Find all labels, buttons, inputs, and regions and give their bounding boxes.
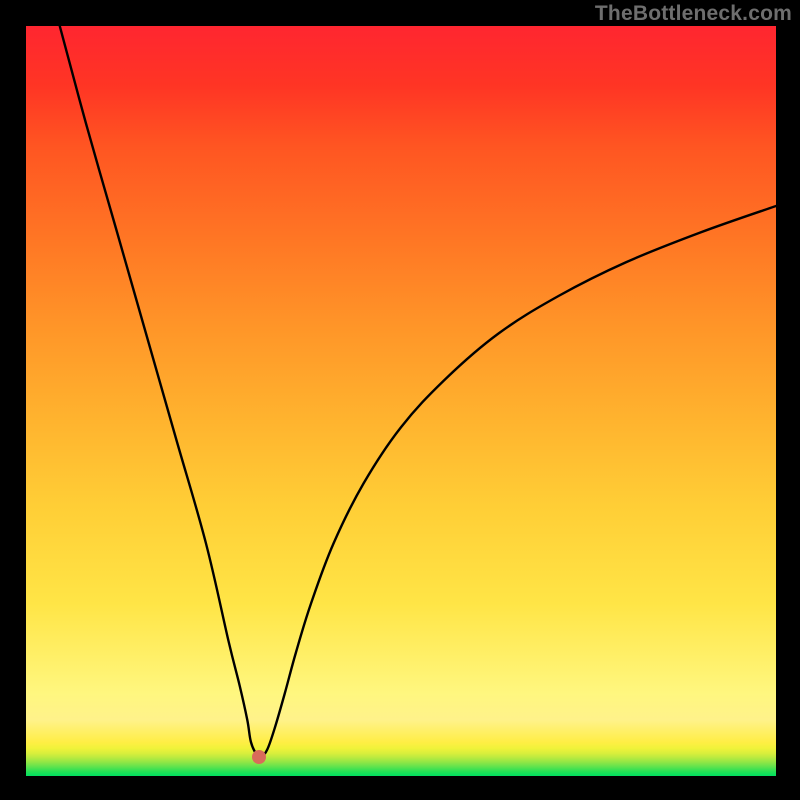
frame-right xyxy=(774,0,800,800)
watermark-text: TheBottleneck.com xyxy=(595,2,792,26)
bottleneck-chart: TheBottleneck.com xyxy=(0,0,800,800)
minimum-marker-icon xyxy=(252,750,266,764)
frame-bottom xyxy=(0,774,800,800)
bottleneck-curve xyxy=(60,26,776,757)
frame-left xyxy=(0,0,26,800)
curve-layer xyxy=(26,26,776,776)
